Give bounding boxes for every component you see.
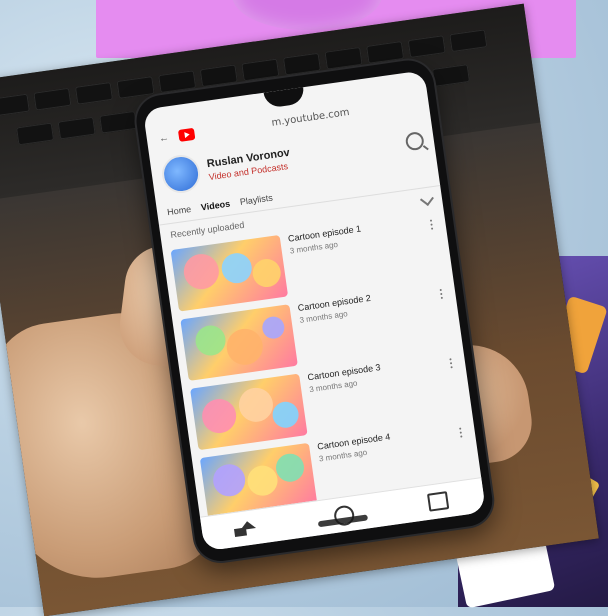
video-thumbnail[interactable] xyxy=(170,234,289,312)
nav-library[interactable] xyxy=(426,491,449,512)
back-arrow-icon[interactable]: ← xyxy=(156,130,172,146)
tab-home[interactable]: Home xyxy=(167,204,192,217)
nav-home[interactable] xyxy=(239,518,259,538)
home-icon[interactable] xyxy=(239,520,257,531)
photo-of-phone: ← m.youtube.com Ruslan Voronov Video and… xyxy=(0,3,599,616)
search-icon[interactable] xyxy=(404,130,425,152)
keyboard-key xyxy=(407,35,446,58)
tab-videos[interactable]: Videos xyxy=(200,199,230,213)
thumbnail-art xyxy=(274,451,306,484)
video-thumbnail[interactable] xyxy=(180,304,298,381)
video-meta: Cartoon episode 2 3 months ago xyxy=(297,285,434,364)
video-thumbnail[interactable] xyxy=(190,373,308,451)
library-icon[interactable] xyxy=(426,491,449,512)
keyboard-key xyxy=(199,64,238,88)
thumbnail-art xyxy=(193,323,228,358)
video-meta: Cartoon episode 1 3 months ago xyxy=(287,216,424,295)
chevron-down-icon[interactable] xyxy=(419,192,434,207)
keyboard-key xyxy=(449,29,488,53)
tab-playlists[interactable]: Playlists xyxy=(239,193,273,207)
thumbnail-art xyxy=(236,385,276,425)
keyboard-key xyxy=(366,41,405,64)
keyboard-key xyxy=(33,87,72,111)
thumbnail-art xyxy=(219,251,254,286)
thumbnail-art xyxy=(270,400,301,430)
keyboard-key xyxy=(57,116,96,140)
phone-screen: ← m.youtube.com Ruslan Voronov Video and… xyxy=(142,70,487,552)
keyboard-key xyxy=(241,58,280,82)
keyboard-key xyxy=(0,93,30,117)
more-vertical-icon[interactable] xyxy=(453,421,474,484)
more-vertical-icon[interactable] xyxy=(424,213,445,276)
youtube-logo-icon xyxy=(177,127,196,142)
channel-avatar[interactable] xyxy=(159,152,203,196)
keyboard-key xyxy=(431,64,471,87)
thumbnail-art xyxy=(245,463,280,498)
keyboard-key xyxy=(324,46,363,70)
keyboard-key xyxy=(116,76,155,99)
keyboard-key xyxy=(74,81,114,105)
thumbnail-art xyxy=(260,315,286,341)
thumbnail-art xyxy=(181,251,222,292)
thumbnail-art xyxy=(211,462,248,499)
keyboard-key xyxy=(282,52,322,76)
thumbnail-art xyxy=(199,396,239,436)
keyboard-key xyxy=(15,122,55,146)
thumbnail-art xyxy=(250,257,283,289)
more-vertical-icon[interactable] xyxy=(444,352,465,415)
more-vertical-icon[interactable] xyxy=(434,282,455,345)
keyboard-key xyxy=(158,70,197,94)
video-meta: Cartoon episode 3 3 months ago xyxy=(307,354,444,433)
keyboard-key xyxy=(99,110,138,134)
thumbnail-art xyxy=(224,326,266,368)
